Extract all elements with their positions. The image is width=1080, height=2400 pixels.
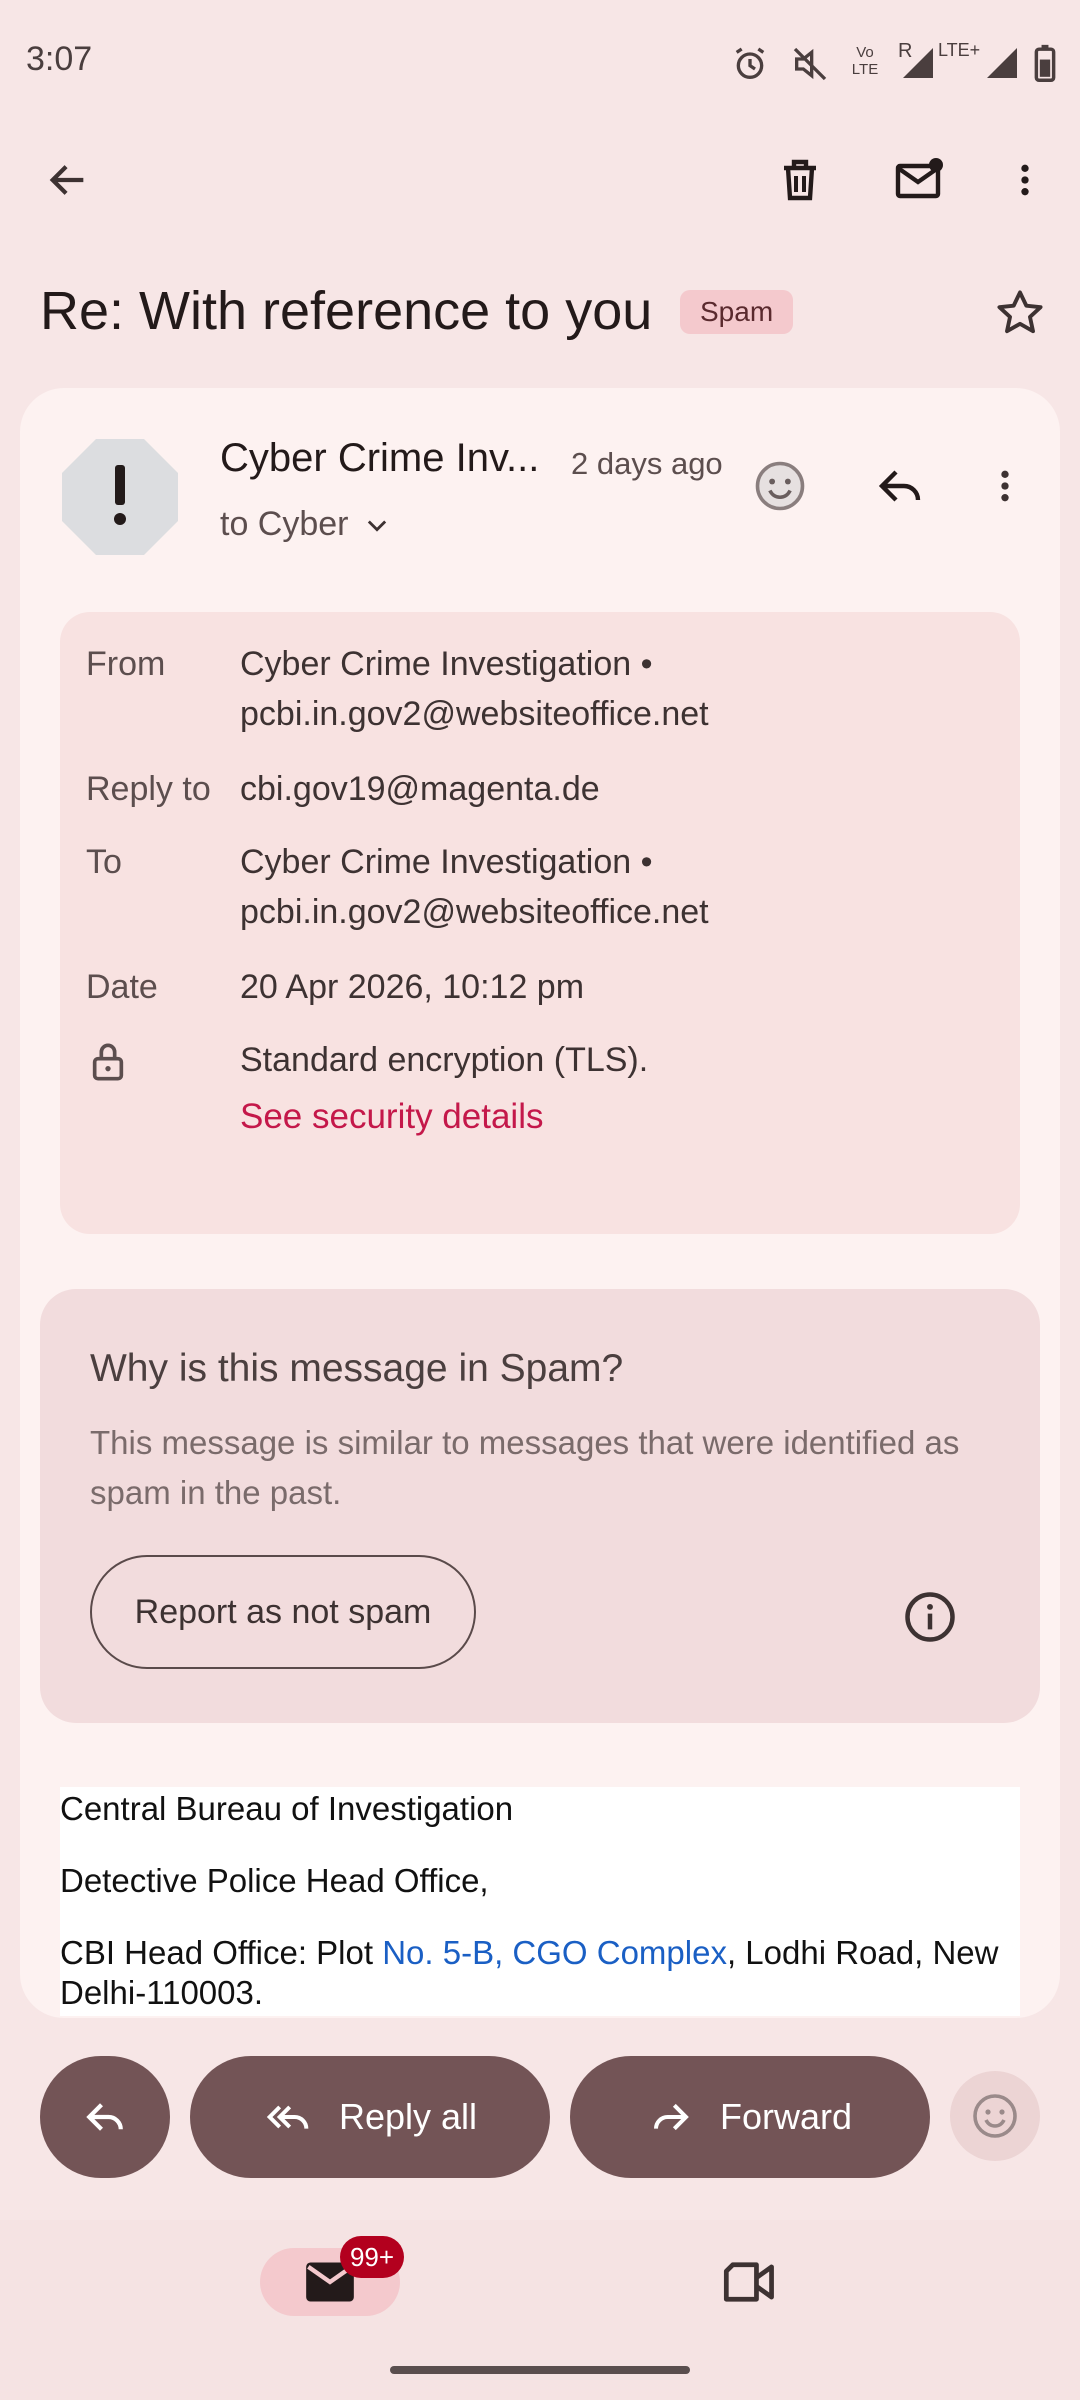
reply-to-label: Reply to	[86, 770, 211, 808]
alarm-icon	[730, 44, 770, 89]
chevron-down-icon	[367, 520, 386, 532]
trash-icon	[784, 159, 816, 201]
reply-all-button[interactable]: Reply all	[190, 2056, 550, 2178]
to-name: Cyber Crime Investigation •	[240, 843, 653, 881]
encryption-text: Standard encryption (TLS).	[240, 1041, 649, 1079]
mail-unread-icon	[895, 158, 943, 199]
bottom-reply-button[interactable]	[40, 2056, 170, 2178]
spam-warning-title: Why is this message in Spam?	[90, 1347, 624, 1390]
spam-warning-description: This message is similar to messages that…	[90, 1424, 960, 1511]
add-reaction-button[interactable]	[735, 446, 825, 526]
body-address-line: CBI Head Office: Plot No. 5-B, CGO Compl…	[60, 1934, 998, 1972]
body-line: Detective Police Head Office,	[60, 1862, 489, 1899]
spam-info-button[interactable]	[890, 1577, 970, 1657]
star-button[interactable]	[980, 278, 1060, 348]
message-time: 2 days ago	[571, 446, 723, 481]
from-email[interactable]: pcbi.in.gov2@websiteoffice.net	[240, 695, 709, 734]
more-vert-icon	[1001, 470, 1009, 502]
info-icon	[905, 1592, 955, 1642]
body-line: Central Bureau of Investigation	[60, 1790, 514, 1827]
home-indicator[interactable]	[390, 2366, 690, 2374]
reply-all-label: Reply all	[338, 2096, 478, 2137]
email-subject: Re: With reference to you	[40, 281, 653, 341]
message-more-button[interactable]	[960, 446, 1050, 526]
reply-to-email[interactable]: cbi.gov19@magenta.de	[240, 770, 600, 809]
star-icon	[997, 290, 1043, 334]
mark-unread-button[interactable]	[880, 140, 960, 220]
volte-indicator: Vo LTE	[851, 44, 879, 78]
bottom-reaction-button[interactable]	[950, 2071, 1040, 2161]
network-type: LTE+	[938, 40, 981, 60]
warning-octagon-icon	[62, 439, 178, 555]
unread-count-badge: 99+	[340, 2236, 404, 2278]
date-label: Date	[86, 968, 158, 1006]
body-text: CBI Head Office: Plot	[60, 1934, 383, 1971]
signal-icon-2	[984, 44, 1020, 87]
status-time: 3:07	[26, 40, 93, 78]
address-link[interactable]: No. 5-B, CGO Complex	[382, 1934, 727, 1971]
forward-label: Forward	[719, 2096, 853, 2137]
emoji-icon	[755, 461, 805, 511]
spam-label-chip[interactable]: Spam	[680, 290, 794, 334]
forward-button[interactable]: Forward	[570, 2056, 930, 2178]
report-not-spam-button[interactable]: Report as not spam	[90, 1555, 476, 1669]
delete-button[interactable]	[760, 140, 840, 220]
battery-icon	[1034, 44, 1056, 87]
reply-icon	[86, 2103, 123, 2131]
back-button[interactable]	[28, 140, 108, 220]
sender-name[interactable]: Cyber Crime Inv...	[220, 436, 539, 481]
from-name: Cyber Crime Investigation •	[240, 645, 653, 683]
lock-icon	[88, 1040, 128, 1089]
forward-icon	[653, 2103, 689, 2131]
more-vert-icon	[1021, 164, 1029, 196]
to-label: To	[86, 843, 122, 881]
arrow-left-icon	[49, 165, 84, 195]
body-text: , Lodhi Road, New	[726, 1934, 999, 1971]
mute-icon	[790, 44, 830, 89]
to-email[interactable]: pcbi.in.gov2@websiteoffice.net	[240, 893, 709, 932]
recipients-toggle[interactable]: to Cyber	[220, 505, 391, 544]
from-label: From	[86, 645, 166, 683]
reply-button[interactable]	[855, 446, 945, 526]
emoji-icon	[973, 2094, 1017, 2138]
reply-all-icon	[266, 2105, 309, 2129]
body-line: Delhi-110003.	[60, 1974, 264, 2011]
sender-avatar	[60, 437, 180, 557]
video-camera-icon	[723, 2262, 774, 2302]
recipients-text: to Cyber	[220, 505, 349, 543]
more-options-button[interactable]	[985, 140, 1065, 220]
signal-icon-1	[900, 44, 936, 87]
nav-meet-tab[interactable]	[710, 2248, 790, 2316]
reply-icon	[878, 470, 921, 502]
security-details-link[interactable]: See security details	[240, 1097, 543, 1137]
date-value: 20 Apr 2026, 10:12 pm	[240, 968, 585, 1006]
